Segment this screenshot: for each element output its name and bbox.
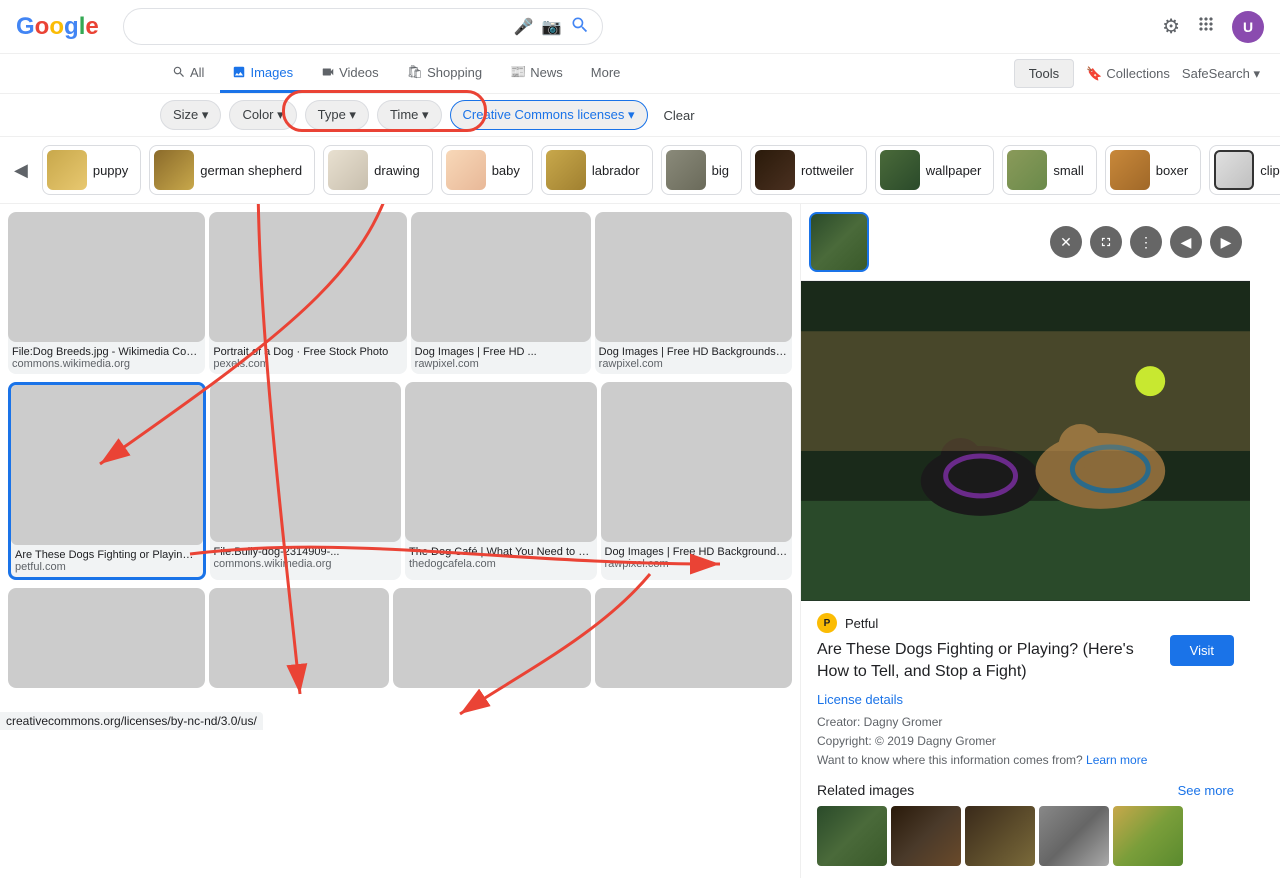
main-content: File:Dog Breeds.jpg - Wikimedia Comm... …: [0, 204, 1280, 878]
side-panel-source-icon: P: [817, 613, 837, 633]
result-card-9[interactable]: [8, 588, 205, 688]
result-card-8[interactable]: Dog Images | Free HD Backgrounds,... raw…: [601, 382, 793, 580]
chip-rottweiler[interactable]: rottweiler: [750, 145, 867, 195]
related-image-5[interactable]: [1113, 806, 1183, 866]
grid-row-2: Are These Dogs Fighting or Playing ... p…: [8, 382, 792, 580]
filter-type[interactable]: Type ▾: [305, 100, 369, 130]
safesearch-button[interactable]: SafeSearch ▾: [1182, 66, 1260, 82]
result-card-4[interactable]: Dog Images | Free HD Backgrounds, PN... …: [595, 212, 792, 374]
user-avatar[interactable]: U: [1232, 11, 1264, 43]
side-panel-title: Are These Dogs Fighting or Playing? (Her…: [817, 639, 1162, 684]
chip-labrador[interactable]: labrador: [541, 145, 653, 195]
result-card-3[interactable]: Dog Images | Free HD ... rawpixel.com: [411, 212, 591, 374]
related-images-header: Related images See more: [817, 782, 1234, 798]
filter-cc-licenses[interactable]: Creative Commons licenses ▾: [450, 100, 648, 130]
result-card-7[interactable]: The Dog Café | What You Need to Know ...…: [405, 382, 597, 580]
side-panel-source: P Petful: [817, 613, 1234, 633]
side-panel-prev-icon[interactable]: ◀: [1170, 226, 1202, 258]
grid-row-3: [8, 588, 792, 688]
chip-baby[interactable]: baby: [441, 145, 533, 195]
result-card-10[interactable]: [209, 588, 389, 688]
tools-button[interactable]: Tools: [1014, 59, 1074, 88]
grid-row-1: File:Dog Breeds.jpg - Wikimedia Comm... …: [8, 212, 792, 374]
result-card-5[interactable]: Are These Dogs Fighting or Playing ... p…: [8, 382, 206, 580]
related-image-2[interactable]: [891, 806, 961, 866]
tab-all[interactable]: All: [160, 55, 216, 93]
side-panel-close-button[interactable]: ✕: [1050, 226, 1082, 258]
google-logo[interactable]: Google: [16, 13, 99, 41]
related-image-4[interactable]: [1039, 806, 1109, 866]
chip-wallpaper[interactable]: wallpaper: [875, 145, 995, 195]
result-card-2[interactable]: Portrait of a Dog · Free Stock Photo pex…: [209, 212, 406, 374]
result-card-11[interactable]: [393, 588, 590, 688]
nav-tabs: All Images Videos 🛍 Shopping 📰 News More: [160, 54, 632, 93]
related-images-list: [817, 806, 1234, 866]
lens-icon[interactable]: 📷: [542, 17, 562, 37]
tab-more[interactable]: More: [579, 55, 633, 93]
settings-icon[interactable]: ⚙: [1162, 14, 1180, 39]
tab-images[interactable]: Images: [220, 55, 305, 93]
side-panel-controls: ✕ ⋮ ◀ ▶: [1050, 226, 1242, 258]
visit-button[interactable]: Visit: [1170, 635, 1234, 666]
side-panel-meta: Creator: Dagny Gromer Copyright: © 2019 …: [817, 713, 1234, 771]
license-details-link[interactable]: License details: [817, 692, 1234, 707]
tab-news[interactable]: 📰 News: [498, 54, 575, 93]
filter-color[interactable]: Color ▾: [229, 100, 296, 130]
learn-more-link[interactable]: Learn more: [1086, 753, 1147, 767]
related-images-title: Related images: [817, 782, 914, 798]
chip-puppy[interactable]: puppy: [42, 145, 141, 195]
tab-shopping[interactable]: 🛍 Shopping: [395, 54, 494, 93]
filter-row: Size ▾ Color ▾ Type ▾ Time ▾ Creative Co…: [0, 94, 1280, 137]
chip-drawing[interactable]: drawing: [323, 145, 433, 195]
chip-clipart[interactable]: clipart: [1209, 145, 1280, 195]
filter-time[interactable]: Time ▾: [377, 100, 442, 130]
search-icon[interactable]: [570, 15, 590, 38]
chip-german-shepherd[interactable]: german shepherd: [149, 145, 315, 195]
side-panel-fullscreen-icon[interactable]: [1090, 226, 1122, 258]
header: Google dog 🎤 📷 ⚙ U: [0, 0, 1280, 54]
search-input[interactable]: dog: [136, 18, 506, 36]
chips-prev-icon[interactable]: ◀: [8, 156, 34, 185]
result-card-6[interactable]: File:Bully-dog-2314909-... commons.wikim…: [210, 382, 402, 580]
mic-icon[interactable]: 🎤: [514, 17, 534, 37]
filter-size[interactable]: Size ▾: [160, 100, 221, 130]
side-panel-next-icon[interactable]: ▶: [1210, 226, 1242, 258]
chip-big[interactable]: big: [661, 145, 742, 195]
side-panel: ✕ ⋮ ◀ ▶: [800, 204, 1250, 878]
url-bar: creativecommons.org/licenses/by-nc-nd/3.…: [0, 712, 263, 730]
search-bar: dog 🎤 📷: [123, 8, 603, 45]
result-card-1[interactable]: File:Dog Breeds.jpg - Wikimedia Comm... …: [8, 212, 205, 374]
result-card-12[interactable]: [595, 588, 792, 688]
results-grid: File:Dog Breeds.jpg - Wikimedia Comm... …: [0, 204, 800, 878]
chip-small[interactable]: small: [1002, 145, 1096, 195]
side-panel-main-image[interactable]: [801, 281, 1250, 601]
side-panel-body: P Petful Are These Dogs Fighting or Play…: [801, 601, 1250, 878]
side-panel-header: ✕ ⋮ ◀ ▶: [801, 204, 1250, 281]
filter-clear[interactable]: Clear: [656, 102, 703, 129]
apps-icon[interactable]: [1196, 14, 1216, 40]
side-panel-thumbnail[interactable]: [809, 212, 869, 272]
tab-videos[interactable]: Videos: [309, 55, 391, 93]
related-image-1[interactable]: [817, 806, 887, 866]
see-more-link[interactable]: See more: [1178, 783, 1234, 798]
collections-button[interactable]: 🔖 Collections: [1086, 66, 1170, 82]
side-panel-more-icon[interactable]: ⋮: [1130, 226, 1162, 258]
header-right: ⚙ U: [1162, 11, 1264, 43]
chip-boxer[interactable]: boxer: [1105, 145, 1202, 195]
chips-row: ◀ puppy german shepherd drawing baby lab…: [0, 137, 1280, 204]
related-image-3[interactable]: [965, 806, 1035, 866]
